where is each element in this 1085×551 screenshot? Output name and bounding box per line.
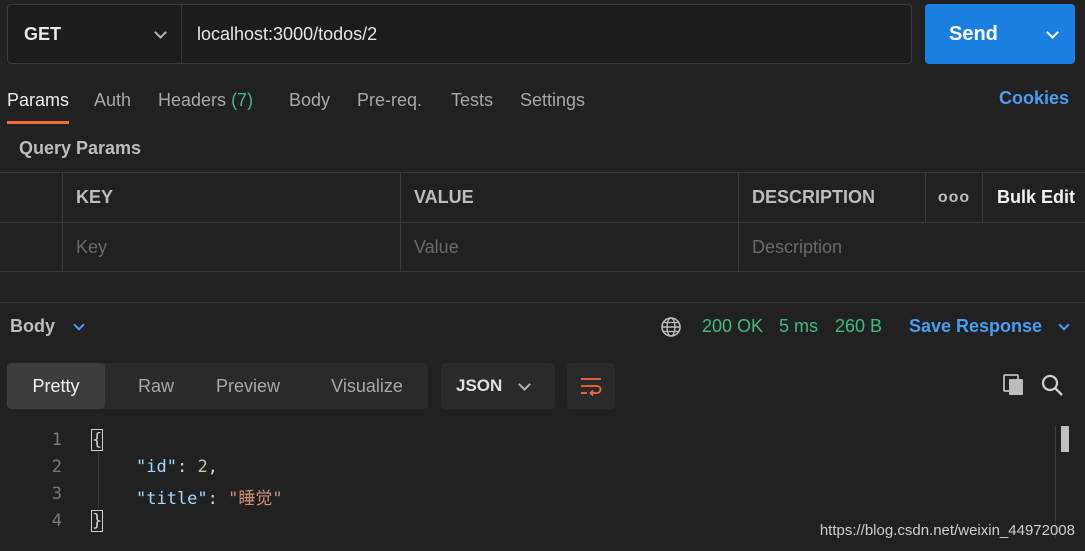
query-params-title: Query Params xyxy=(19,138,142,158)
scrollbar[interactable] xyxy=(1061,426,1069,452)
table-header-row: KEY VALUE DESCRIPTION ooo Bulk Edit xyxy=(0,173,1085,223)
tab-auth[interactable]: Auth xyxy=(94,88,131,124)
value-input[interactable]: Value xyxy=(400,223,738,272)
globe-icon[interactable] xyxy=(660,316,682,338)
view-mode-group: Pretty Raw Preview Visualize xyxy=(7,363,428,409)
tab-settings[interactable]: Settings xyxy=(520,88,585,124)
chevron-down-icon xyxy=(73,318,85,331)
code-line: } xyxy=(90,510,104,532)
format-label: JSON xyxy=(456,376,503,395)
watermark: https://blog.csdn.net/weixin_44972008 xyxy=(819,522,1075,539)
view-pretty[interactable]: Pretty xyxy=(7,363,105,409)
headers-count: (7) xyxy=(231,90,254,110)
request-bar: GET localhost:3000/todos/2 xyxy=(7,4,912,64)
tab-label: Auth xyxy=(94,90,132,110)
line-number: 2 xyxy=(51,457,62,477)
chevron-down-icon xyxy=(154,25,167,39)
method-select[interactable]: GET xyxy=(8,5,182,63)
send-button[interactable]: Send xyxy=(925,4,1075,64)
code-line: { xyxy=(90,429,104,451)
chevron-down-icon xyxy=(1045,25,1059,39)
tab-label: Settings xyxy=(520,90,586,110)
key-input[interactable]: Key xyxy=(62,223,400,272)
view-preview[interactable]: Preview xyxy=(203,363,293,409)
chevron-down-icon xyxy=(518,377,531,391)
description-input[interactable]: Description xyxy=(738,223,1085,272)
status-code[interactable]: 200 OK xyxy=(702,316,763,337)
view-visualize[interactable]: Visualize xyxy=(317,363,417,409)
tab-pre-request[interactable]: Pre-req. xyxy=(357,88,422,124)
json-value-title: "睡觉" xyxy=(228,489,283,509)
json-key-title: "title" xyxy=(136,489,208,509)
more-options-button[interactable]: ooo xyxy=(925,173,982,222)
search-icon[interactable] xyxy=(1040,373,1064,397)
json-open-brace: { xyxy=(90,429,104,451)
send-label: Send xyxy=(949,22,998,45)
code-line: "id": 2, xyxy=(136,457,218,477)
url-input[interactable]: localhost:3000/todos/2 xyxy=(182,5,911,63)
column-header-value: VALUE xyxy=(400,173,738,222)
wrap-lines-icon xyxy=(581,378,602,396)
line-number: 3 xyxy=(51,484,62,504)
tab-label: Params xyxy=(7,90,70,110)
line-number: 1 xyxy=(51,430,62,450)
code-line: "title": "睡觉" xyxy=(136,489,283,509)
view-raw[interactable]: Raw xyxy=(115,363,197,409)
bulk-edit-button[interactable]: Bulk Edit xyxy=(982,173,1085,222)
send-options-button[interactable] xyxy=(1029,4,1075,64)
save-response-button[interactable]: Save Response xyxy=(909,316,1070,337)
query-params-table: KEY VALUE DESCRIPTION ooo Bulk Edit Key … xyxy=(0,172,1085,272)
tab-params[interactable]: Params xyxy=(7,88,70,124)
format-select[interactable]: JSON xyxy=(441,363,555,409)
tab-body[interactable]: Body xyxy=(289,88,330,124)
tab-label: Headers xyxy=(158,90,227,110)
response-body-dropdown[interactable]: Body xyxy=(10,316,85,337)
chevron-down-icon xyxy=(1058,318,1070,331)
method-label: GET xyxy=(24,23,62,44)
cookies-link[interactable]: Cookies xyxy=(999,88,1069,109)
wrap-lines-button[interactable] xyxy=(567,363,615,409)
tab-headers[interactable]: Headers (7) xyxy=(158,88,253,124)
response-size[interactable]: 260 B xyxy=(835,316,882,337)
save-response-label: Save Response xyxy=(909,316,1043,336)
json-close-brace: } xyxy=(90,510,104,532)
section-divider xyxy=(0,302,1085,303)
response-time[interactable]: 5 ms xyxy=(779,316,818,337)
indent-guide xyxy=(98,452,99,508)
copy-icon[interactable] xyxy=(1002,373,1026,397)
line-number: 4 xyxy=(51,511,62,531)
request-tabs: Params Auth Headers (7) Body Pre-req. Te… xyxy=(0,88,1085,124)
tab-label: Body xyxy=(289,90,331,110)
tab-label: Tests xyxy=(451,90,494,110)
tab-label: Pre-req. xyxy=(357,90,423,110)
tab-tests[interactable]: Tests xyxy=(451,88,493,124)
table-row: Key Value Description xyxy=(0,223,1085,273)
response-body-label: Body xyxy=(10,316,55,336)
json-value-id: 2 xyxy=(197,457,208,477)
column-header-description: DESCRIPTION xyxy=(738,173,925,222)
column-header-key: KEY xyxy=(62,173,400,222)
json-key-id: "id" xyxy=(136,457,177,477)
